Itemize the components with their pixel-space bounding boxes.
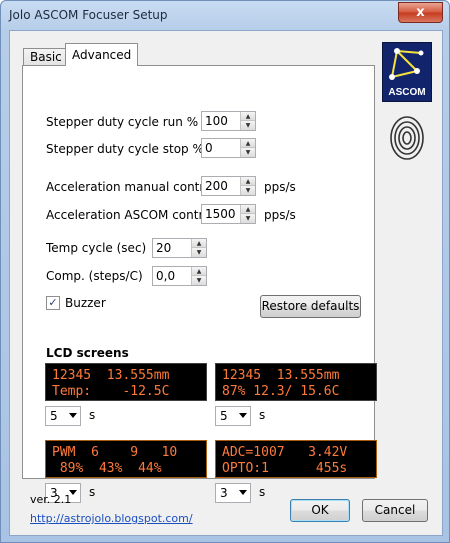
buzzer-label: Buzzer [65, 296, 106, 310]
website-link[interactable]: http://astrojolo.blogspot.com/ [30, 512, 193, 525]
tab-basic[interactable]: Basic [23, 48, 69, 66]
advanced-tab-panel: Stepper duty cycle run % 100 ▲ ▼ Stepper … [22, 65, 377, 503]
lcd-2-unit: s [259, 408, 266, 422]
chevron-down-icon [69, 413, 77, 418]
lcd-screen-3: PWM 6 9 10 89% 43% 44% [45, 440, 207, 478]
lcd-1-seconds-value: 5 [50, 409, 58, 423]
duty-stop-spinner[interactable]: 0 ▲ ▼ [201, 138, 256, 158]
spin-up-icon[interactable]: ▲ [240, 139, 255, 148]
close-button[interactable]: x [398, 2, 443, 23]
lcd-line: Temp: -12.5C [52, 384, 170, 399]
spin-down-icon[interactable]: ▼ [240, 148, 255, 157]
duty-stop-value: 0 [205, 141, 213, 155]
comp-value: 0,0 [156, 269, 176, 283]
lcd-line: ADC=1007 3.42V [222, 445, 348, 460]
lcd-line: 87% 12.3/ 15.6C [222, 384, 340, 399]
temp-cycle-value: 20 [156, 241, 172, 255]
cancel-button[interactable]: Cancel [362, 499, 428, 522]
lcd-2-seconds-select[interactable]: 5 [215, 406, 251, 426]
lcd-3-unit: s [89, 485, 96, 499]
comp-spinner[interactable]: 0,0 ▲ ▼ [152, 266, 207, 286]
lcd-screen-4: ADC=1007 3.42V OPTO:1 455s [215, 440, 377, 478]
spin-down-icon[interactable]: ▼ [191, 276, 206, 285]
title-bar[interactable]: Jolo ASCOM Focuser Setup x [1, 1, 449, 29]
lcd-line: PWM 6 9 10 [52, 445, 178, 460]
spin-up-icon[interactable]: ▲ [240, 112, 255, 121]
accel-manual-value: 200 [205, 179, 228, 193]
accel-manual-unit: pps/s [264, 180, 296, 194]
lcd-1-unit: s [89, 408, 96, 422]
fingerprint-icon [388, 113, 426, 163]
lcd-4-unit: s [259, 485, 266, 499]
spin-up-icon[interactable]: ▲ [240, 177, 255, 186]
tab-advanced[interactable]: Advanced [65, 43, 139, 66]
spin-up-icon[interactable]: ▲ [191, 267, 206, 276]
close-icon: x [416, 5, 425, 20]
ok-button[interactable]: OK [290, 499, 350, 522]
lcd-4-seconds-value: 3 [220, 486, 228, 500]
accel-ascom-value: 1500 [205, 207, 236, 221]
lcd-screen-1: 12345 13.555mm Temp: -12.5C [45, 363, 207, 401]
ascom-logo-text: ASCOM [388, 87, 426, 98]
spin-down-icon[interactable]: ▼ [240, 214, 255, 223]
buzzer-checkbox[interactable]: ✓ [46, 296, 60, 310]
duty-stop-label: Stepper duty cycle stop % [46, 142, 204, 156]
duty-run-spinner[interactable]: 100 ▲ ▼ [201, 111, 256, 131]
duty-run-value: 100 [205, 114, 228, 128]
spin-up-icon[interactable]: ▲ [240, 205, 255, 214]
temp-cycle-label: Temp cycle (sec) [46, 241, 147, 255]
lcd-line: 12345 13.555mm [222, 368, 340, 383]
comp-label: Comp. (steps/C) [46, 269, 143, 283]
checkmark-icon: ✓ [48, 296, 58, 309]
lcd-screens-heading: LCD screens [46, 346, 129, 360]
chevron-down-icon [239, 490, 247, 495]
lcd-line: 89% 43% 44% [52, 461, 162, 476]
accel-manual-spinner[interactable]: 200 ▲ ▼ [201, 176, 256, 196]
chevron-down-icon [239, 413, 247, 418]
ascom-logo-icon: ASCOM [382, 42, 432, 102]
dialog-window: Jolo ASCOM Focuser Setup x Basic Advance… [0, 0, 450, 543]
spin-down-icon[interactable]: ▼ [191, 248, 206, 257]
lcd-screen-2: 12345 13.555mm 87% 12.3/ 15.6C [215, 363, 377, 401]
spin-up-icon[interactable]: ▲ [191, 239, 206, 248]
lcd-1-seconds-select[interactable]: 5 [45, 406, 81, 426]
dialog-client: Basic Advanced Stepper duty cycle run % … [9, 30, 443, 536]
duty-run-label: Stepper duty cycle run % [46, 115, 199, 129]
lcd-line: OPTO:1 455s [222, 461, 348, 476]
restore-defaults-button[interactable]: Restore defaults [260, 295, 361, 318]
window-title: Jolo ASCOM Focuser Setup [9, 8, 168, 22]
version-text: ver. 2.1 [30, 493, 72, 506]
spin-down-icon[interactable]: ▼ [240, 121, 255, 130]
spin-down-icon[interactable]: ▼ [240, 186, 255, 195]
lcd-4-seconds-select[interactable]: 3 [215, 483, 251, 503]
lcd-line: 12345 13.555mm [52, 368, 170, 383]
accel-manual-label: Acceleration manual control [46, 180, 215, 194]
accel-ascom-unit: pps/s [264, 208, 296, 222]
lcd-2-seconds-value: 5 [220, 409, 228, 423]
accel-ascom-label: Acceleration ASCOM control [46, 208, 214, 222]
temp-cycle-spinner[interactable]: 20 ▲ ▼ [152, 238, 207, 258]
accel-ascom-spinner[interactable]: 1500 ▲ ▼ [201, 204, 256, 224]
